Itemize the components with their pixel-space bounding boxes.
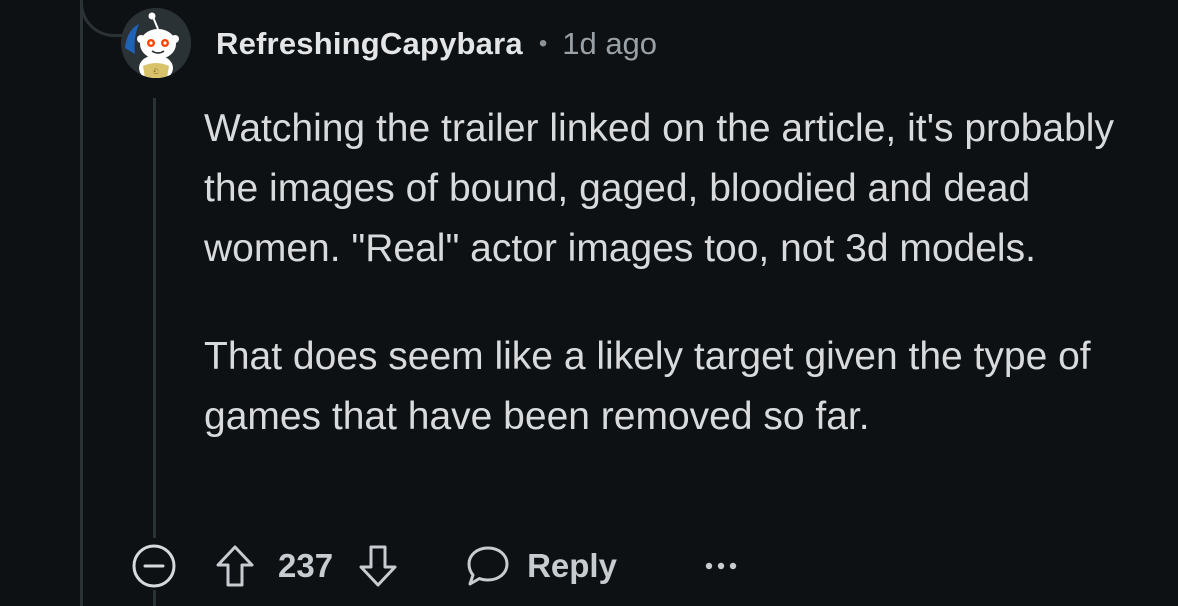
upvote-button[interactable] bbox=[214, 543, 256, 589]
parent-thread-line bbox=[80, 0, 83, 606]
collapse-minus-icon bbox=[132, 544, 176, 588]
speech-bubble-icon bbox=[467, 546, 509, 586]
svg-text:ඞ: ඞ bbox=[153, 68, 158, 76]
snoo-avatar-icon: ඞ bbox=[121, 8, 191, 78]
vote-score: 237 bbox=[278, 547, 334, 584]
comment-paragraph: Watching the trailer linked on the artic… bbox=[204, 107, 1114, 270]
comment-action-bar: 237 Reply bbox=[130, 540, 741, 592]
thread-connector-curve bbox=[80, 0, 122, 37]
avatar[interactable]: ඞ bbox=[121, 8, 191, 78]
comment-thread-line[interactable] bbox=[153, 98, 156, 538]
downvote-arrow-icon bbox=[359, 545, 397, 587]
meta-separator: • bbox=[538, 30, 548, 57]
more-options-button[interactable] bbox=[701, 551, 741, 581]
timestamp[interactable]: 1d ago bbox=[562, 26, 657, 62]
comment-body: Watching the trailer linked on the artic… bbox=[204, 99, 1134, 447]
downvote-button[interactable] bbox=[357, 543, 399, 589]
upvote-arrow-icon bbox=[216, 545, 254, 587]
comment-paragraph: That does seem like a likely target give… bbox=[204, 335, 1091, 438]
more-dots-icon bbox=[705, 562, 737, 570]
comment-header: RefreshingCapybara • 1d ago bbox=[216, 22, 657, 66]
comment-thread-line-tail bbox=[153, 590, 156, 606]
reply-button[interactable]: Reply bbox=[465, 544, 617, 588]
collapse-button[interactable] bbox=[130, 542, 178, 590]
reply-label: Reply bbox=[527, 547, 617, 584]
username-link[interactable]: RefreshingCapybara bbox=[216, 26, 523, 62]
